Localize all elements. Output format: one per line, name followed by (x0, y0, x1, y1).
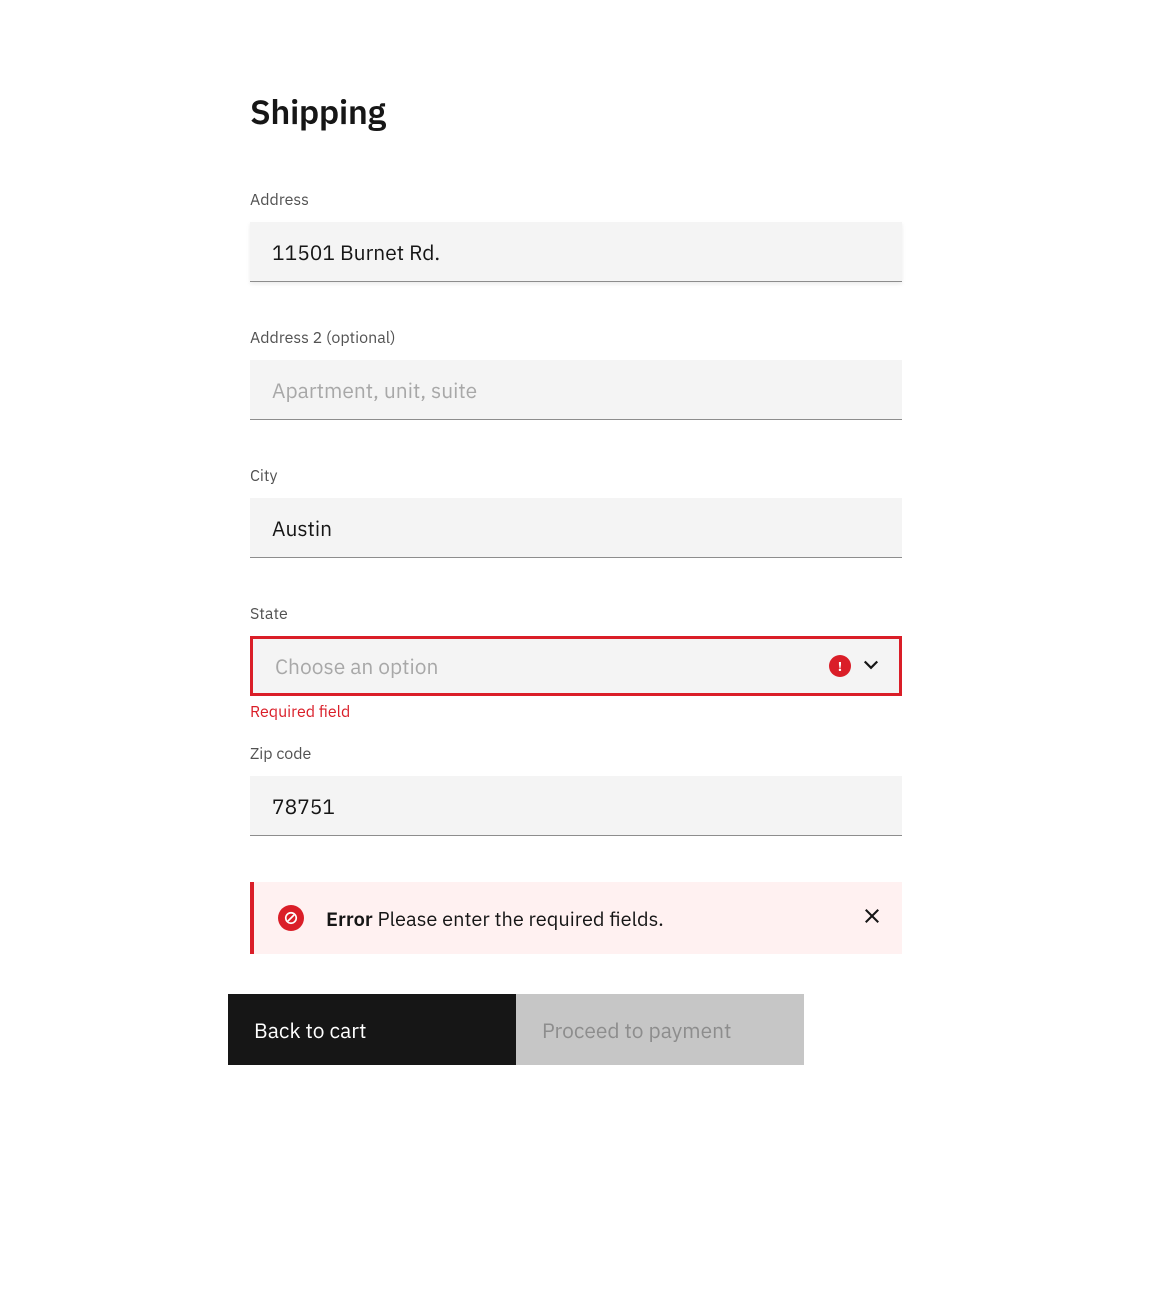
state-field: State Choose an option ! Required field (250, 604, 902, 722)
city-label: City (250, 466, 902, 486)
zip-input[interactable] (250, 776, 902, 836)
state-error-message: Required field (250, 702, 902, 722)
close-icon[interactable] (862, 906, 882, 931)
city-field: City (250, 466, 902, 558)
error-notification: Error Please enter the required fields. (250, 882, 902, 954)
address-input[interactable] (250, 222, 902, 282)
address2-input[interactable] (250, 360, 902, 420)
error-filled-icon (278, 905, 304, 931)
address2-label: Address 2 (optional) (250, 328, 902, 348)
address-field: Address (250, 190, 902, 282)
address-label: Address (250, 190, 902, 210)
zip-field: Zip code (250, 744, 902, 836)
address2-field: Address 2 (optional) (250, 328, 902, 420)
page-title: Shipping (250, 90, 902, 134)
city-input[interactable] (250, 498, 902, 558)
notification-message: Error Please enter the required fields. (326, 905, 862, 932)
chevron-down-icon (861, 652, 881, 680)
notification-title: Error (326, 905, 377, 932)
proceed-button[interactable]: Proceed to payment (516, 994, 804, 1065)
state-label: State (250, 604, 902, 624)
zip-label: Zip code (250, 744, 902, 764)
button-row: Back to cart Proceed to payment (228, 994, 804, 1065)
warning-filled-icon: ! (829, 655, 851, 677)
state-dropdown-placeholder: Choose an option (275, 652, 438, 680)
back-button[interactable]: Back to cart (228, 994, 516, 1065)
notification-body: Please enter the required fields. (377, 905, 663, 932)
state-dropdown[interactable]: Choose an option ! (250, 636, 902, 696)
